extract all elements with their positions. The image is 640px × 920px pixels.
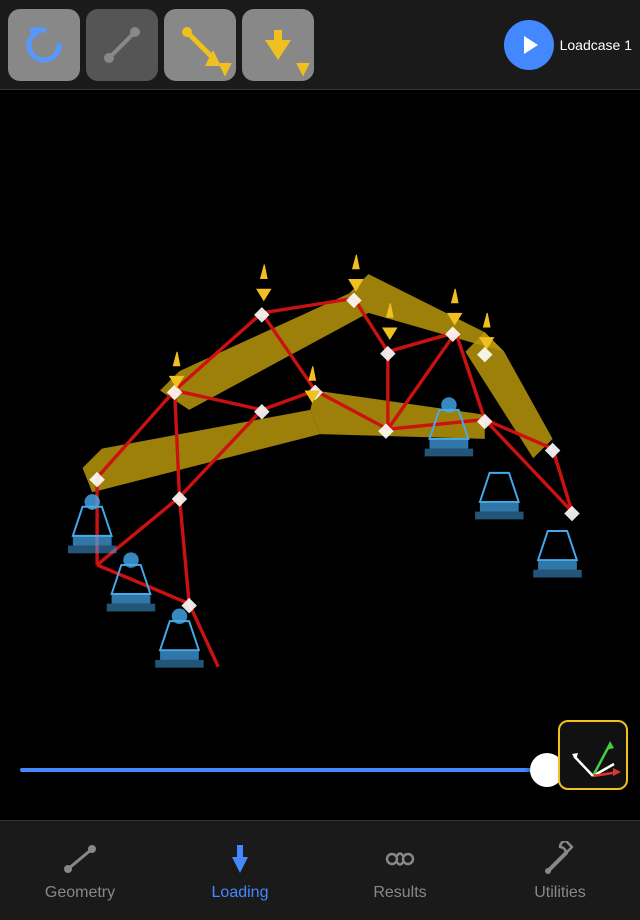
move-dropdown-arrow [296,63,310,77]
results-icon [381,840,419,878]
load-button[interactable] [164,9,236,81]
results-label: Results [373,884,426,902]
geometry-label: Geometry [45,884,115,902]
toolbar: Loadcase 1 [0,0,640,90]
nav-item-utilities[interactable]: Utilities [500,840,620,902]
slider-area [0,740,640,800]
loadcase-label: Loadcase 1 [560,37,632,53]
nav-item-geometry[interactable]: Geometry [20,840,140,902]
member-button[interactable] [86,9,158,81]
geometry-icon [61,840,99,878]
undo-button[interactable] [8,9,80,81]
loadcase-area: Loadcase 1 [504,20,632,70]
canvas-area [0,90,640,720]
bottom-nav: Geometry Loading Results [0,820,640,920]
nav-item-loading[interactable]: Loading [180,840,300,902]
slider-track [20,768,550,772]
loadcase-next-button[interactable] [504,20,554,70]
axis-widget[interactable] [558,720,628,790]
utilities-icon [541,840,579,878]
loading-label: Loading [212,884,269,902]
loading-icon [221,840,259,878]
load-dropdown-arrow [218,63,232,77]
utilities-label: Utilities [534,884,586,902]
nav-item-results[interactable]: Results [340,840,460,902]
move-button[interactable] [242,9,314,81]
